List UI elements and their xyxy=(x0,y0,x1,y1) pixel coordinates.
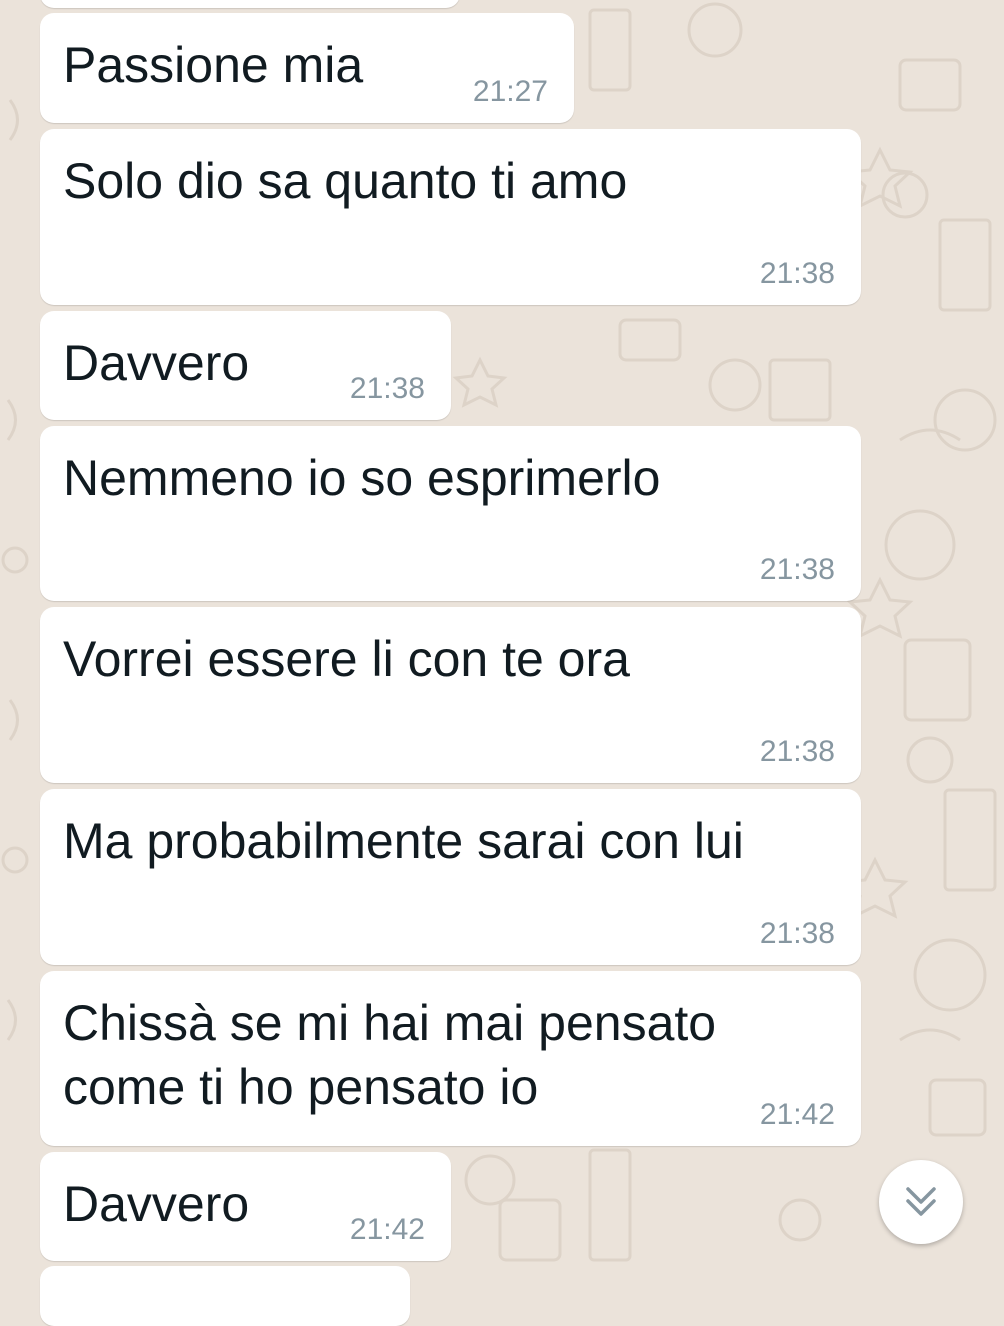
message-bubble-partial xyxy=(40,1266,410,1326)
message-text: Vorrei essere li con te ora xyxy=(63,631,630,687)
message-bubble[interactable]: Ma probabilmente sarai con lui 21:38 xyxy=(40,789,861,965)
message-text: Chissà se mi hai mai pensato come ti ho … xyxy=(63,995,717,1115)
message-timestamp: 21:38 xyxy=(349,372,425,405)
message-timestamp: 21:38 xyxy=(759,257,835,290)
message-bubble[interactable]: Davvero 21:42 xyxy=(40,1152,451,1261)
message-text: Davvero xyxy=(63,1176,250,1232)
message-timestamp: 21:38 xyxy=(759,917,835,950)
message-timestamp: 21:42 xyxy=(349,1213,425,1246)
message-bubble[interactable]: Davvero 21:38 xyxy=(40,311,451,420)
message-bubble[interactable]: Chissà se mi hai mai pensato come ti ho … xyxy=(40,971,861,1146)
message-text: Ma probabilmente sarai con lui xyxy=(63,813,744,869)
message-bubble[interactable]: Nemmeno io so esprimerlo 21:38 xyxy=(40,426,861,601)
message-bubble[interactable]: Vorrei essere li con te ora 21:38 xyxy=(40,607,861,783)
message-text: Nemmeno io so esprimerlo xyxy=(63,450,661,506)
message-timestamp: 21:38 xyxy=(759,553,835,586)
message-bubble[interactable]: Solo dio sa quanto ti amo 21:38 xyxy=(40,129,861,305)
message-bubble-partial xyxy=(40,0,460,8)
double-chevron-down-icon xyxy=(906,1187,936,1216)
message-text: Solo dio sa quanto ti amo xyxy=(63,153,628,209)
message-timestamp: 21:38 xyxy=(759,735,835,768)
message-timestamp: 21:27 xyxy=(472,75,548,108)
message-timestamp: 21:42 xyxy=(759,1098,835,1131)
message-text: Davvero xyxy=(63,335,250,391)
message-text: Passione mia xyxy=(63,37,364,93)
message-bubble[interactable]: Passione mia 21:27 xyxy=(40,13,574,123)
scroll-to-bottom-button[interactable] xyxy=(879,1160,963,1244)
